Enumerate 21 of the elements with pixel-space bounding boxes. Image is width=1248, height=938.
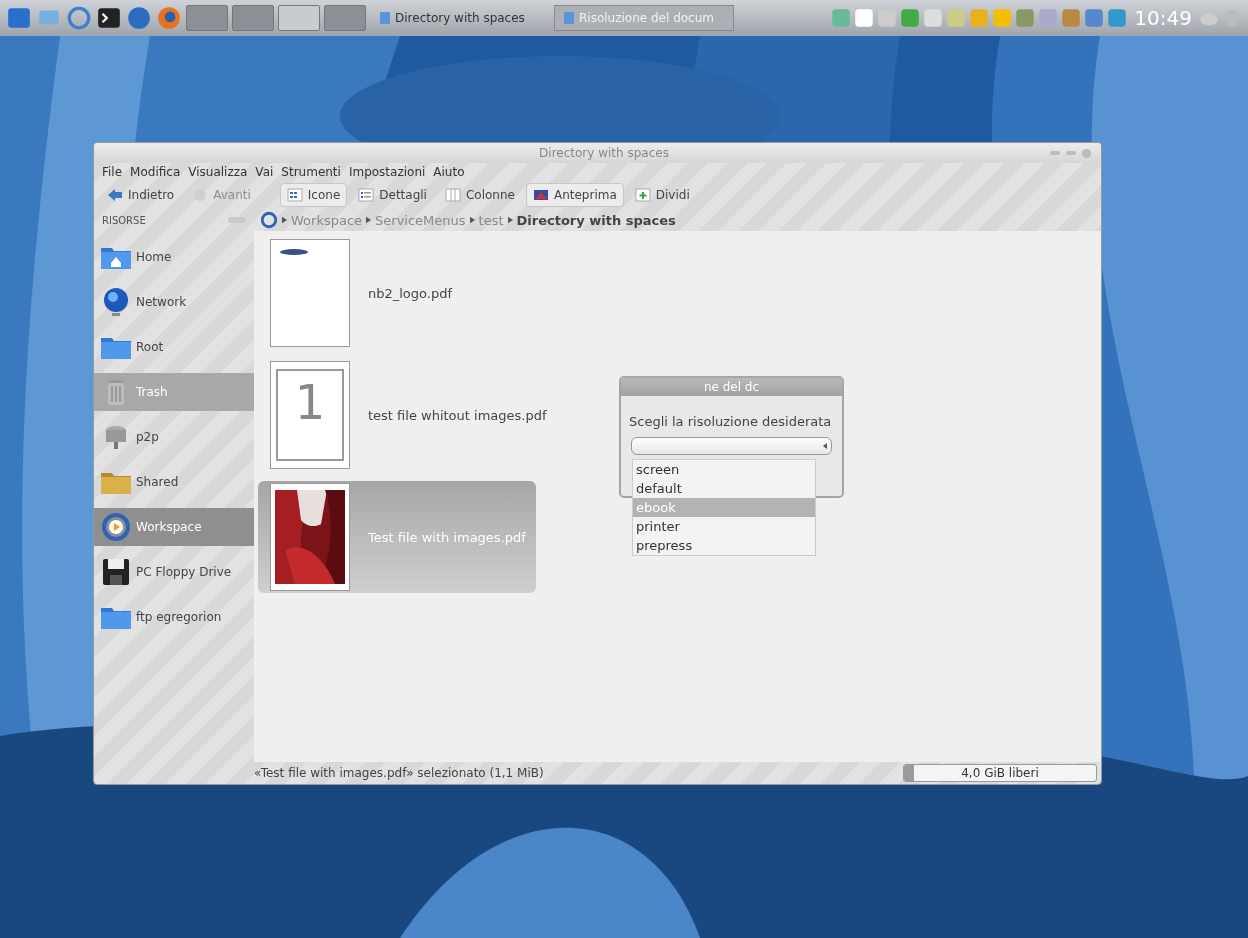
tray-icon[interactable]: [877, 8, 898, 28]
tray-icon[interactable]: [900, 8, 921, 28]
tray-icon[interactable]: [831, 8, 852, 28]
tray-icon[interactable]: [1015, 8, 1036, 28]
desktop-button[interactable]: [232, 5, 274, 31]
task-button[interactable]: Directory with spaces: [370, 5, 550, 31]
tray-icon[interactable]: [1107, 8, 1128, 28]
window-icon: [379, 11, 391, 25]
tray-icon[interactable]: [1061, 8, 1082, 28]
tray-icon[interactable]: [1038, 8, 1059, 28]
tray-icon[interactable]: [992, 8, 1013, 28]
tray-icon[interactable]: [946, 8, 967, 28]
terminal-icon[interactable]: [96, 5, 122, 31]
clock: 10:49: [1134, 6, 1192, 30]
desktop-button[interactable]: [278, 5, 320, 31]
tray-icon[interactable]: [923, 8, 944, 28]
window-icon: [563, 11, 575, 25]
tray-icon[interactable]: [854, 8, 875, 28]
tray-icon[interactable]: [1084, 8, 1105, 28]
desktop-button[interactable]: [324, 5, 366, 31]
tray-icon[interactable]: [969, 8, 990, 28]
